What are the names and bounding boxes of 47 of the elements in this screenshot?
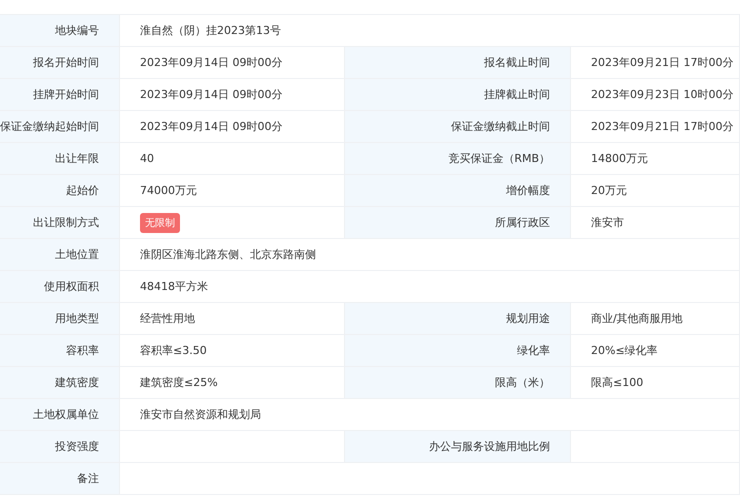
field-label: 报名开始时间 xyxy=(0,47,120,78)
field-value: 限高≤100 xyxy=(591,375,644,390)
field-label: 备注 xyxy=(0,463,120,494)
field-label: 所属行政区 xyxy=(345,207,571,238)
field-value: 2023年09月21日 17时00分 xyxy=(591,55,734,70)
field-label: 挂牌截止时间 xyxy=(345,79,571,110)
field-value: 74000万元 xyxy=(140,183,197,198)
field-value: 2023年09月14日 09时00分 xyxy=(140,119,282,134)
field-value: 2023年09月14日 09时00分 xyxy=(140,55,282,70)
field-label: 规划用途 xyxy=(345,303,571,334)
field-label: 投资强度 xyxy=(0,431,120,462)
field-value: 48418平方米 xyxy=(140,279,208,294)
status-tag: 无限制 xyxy=(140,212,180,232)
field-value: 14800万元 xyxy=(591,151,648,166)
field-label: 建筑密度 xyxy=(0,367,120,398)
field-label: 竞买保证金（RMB） xyxy=(345,143,571,174)
field-value: 淮自然（阴）挂2023第13号 xyxy=(140,23,281,38)
field-label: 容积率 xyxy=(0,335,120,366)
field-value: 商业/其他商服用地 xyxy=(591,311,683,326)
field-value: 2023年09月14日 09时00分 xyxy=(140,87,282,102)
field-value: 40 xyxy=(140,152,154,165)
field-value: 2023年09月21日 17时00分 xyxy=(591,119,734,134)
field-label: 土地位置 xyxy=(0,239,120,270)
field-value: 淮阴区淮海北路东侧、北京东路南侧 xyxy=(140,247,316,262)
field-value: 建筑密度≤25% xyxy=(140,375,218,390)
field-label: 出让限制方式 xyxy=(0,207,120,238)
field-label: 绿化率 xyxy=(345,335,571,366)
field-value: 经营性用地 xyxy=(140,311,195,326)
field-label: 办公与服务设施用地比例 xyxy=(345,431,571,462)
field-value: 20%≤绿化率 xyxy=(591,343,658,358)
field-label: 用地类型 xyxy=(0,303,120,334)
field-value: 20万元 xyxy=(591,183,627,198)
field-value: 2023年09月23日 10时00分 xyxy=(591,87,734,102)
field-label: 出让年限 xyxy=(0,143,120,174)
field-label: 挂牌开始时间 xyxy=(0,79,120,110)
field-label: 使用权面积 xyxy=(0,271,120,302)
field-value: 淮安市自然资源和规划局 xyxy=(140,407,261,422)
field-value: 淮安市 xyxy=(591,215,624,230)
field-label: 保证金缴纳起始时间 xyxy=(0,111,120,142)
field-label: 起始价 xyxy=(0,175,120,206)
field-label: 报名截止时间 xyxy=(345,47,571,78)
field-label: 土地权属单位 xyxy=(0,399,120,430)
field-label: 保证金缴纳截止时间 xyxy=(345,111,571,142)
field-value: 容积率≤3.50 xyxy=(140,343,207,358)
field-label: 增价幅度 xyxy=(345,175,571,206)
field-label: 地块编号 xyxy=(0,15,120,46)
field-label: 限高（米） xyxy=(345,367,571,398)
